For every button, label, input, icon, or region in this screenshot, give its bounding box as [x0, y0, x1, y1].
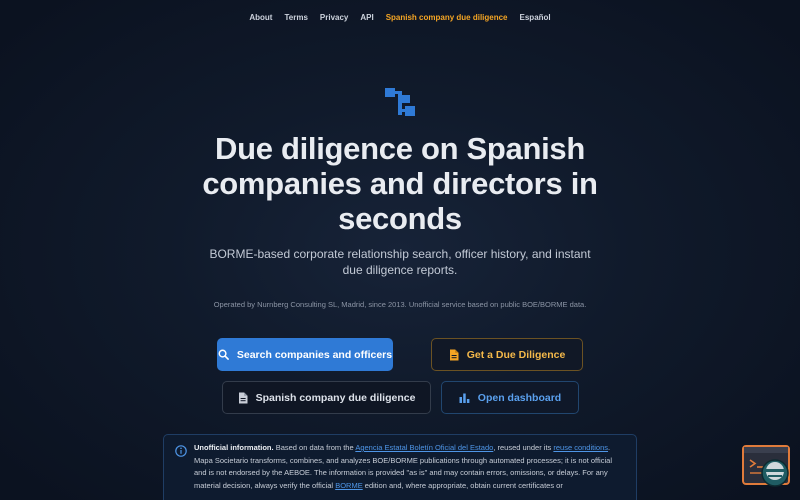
reuse-conditions-link[interactable]: reuse conditions	[553, 443, 608, 452]
page-subtitle: BORME-based corporate relationship searc…	[209, 247, 591, 277]
notice-text-4: edition and, where appropriate, obtain c…	[364, 480, 563, 490]
search-icon	[218, 349, 229, 360]
info-icon	[175, 445, 187, 457]
nav-espanol[interactable]: Español	[520, 12, 551, 24]
nav-api[interactable]: API	[360, 12, 373, 24]
spanish-company-due-diligence-button[interactable]: Spanish company due diligence	[222, 381, 431, 414]
assistant-avatar-icon[interactable]	[760, 458, 790, 488]
notice-text-2: , reused under its	[493, 443, 552, 452]
search-companies-label: Search companies and officers	[236, 348, 393, 361]
spanish-company-due-diligence-label: Spanish company due diligence	[255, 391, 416, 404]
nav-about[interactable]: About	[249, 12, 272, 24]
top-nav: About Terms Privacy API Spanish company …	[0, 12, 800, 24]
bar-chart-icon	[459, 393, 470, 403]
nav-privacy[interactable]: Privacy	[320, 12, 348, 24]
nav-terms[interactable]: Terms	[284, 12, 307, 24]
open-dashboard-label: Open dashboard	[477, 391, 562, 404]
notice-title: Unofficial information.	[194, 443, 274, 452]
page-title: Due diligence on Spanish companies and d…	[202, 131, 598, 236]
unofficial-info-notice: Unofficial information. Based on data fr…	[163, 434, 637, 500]
operator-note: Operated by Nurnberg Consulting SL, Madr…	[213, 300, 587, 309]
get-due-diligence-button[interactable]: Get a Due Diligence	[431, 338, 583, 371]
search-companies-button[interactable]: Search companies and officers	[217, 338, 393, 371]
document-icon	[238, 392, 248, 403]
borme-link[interactable]: BORME	[335, 481, 363, 490]
open-dashboard-button[interactable]: Open dashboard	[441, 381, 579, 414]
nav-spanish-due-diligence[interactable]: Spanish company due diligence	[386, 12, 508, 24]
agency-link[interactable]: Agencia Estatal Boletín Oficial del Esta…	[355, 443, 493, 452]
document-icon	[449, 349, 459, 360]
get-due-diligence-label: Get a Due Diligence	[466, 348, 566, 361]
notice-text-1: Based on data from the	[275, 443, 354, 452]
org-chart-icon	[385, 88, 415, 116]
page: About Terms Privacy API Spanish company …	[0, 0, 800, 500]
